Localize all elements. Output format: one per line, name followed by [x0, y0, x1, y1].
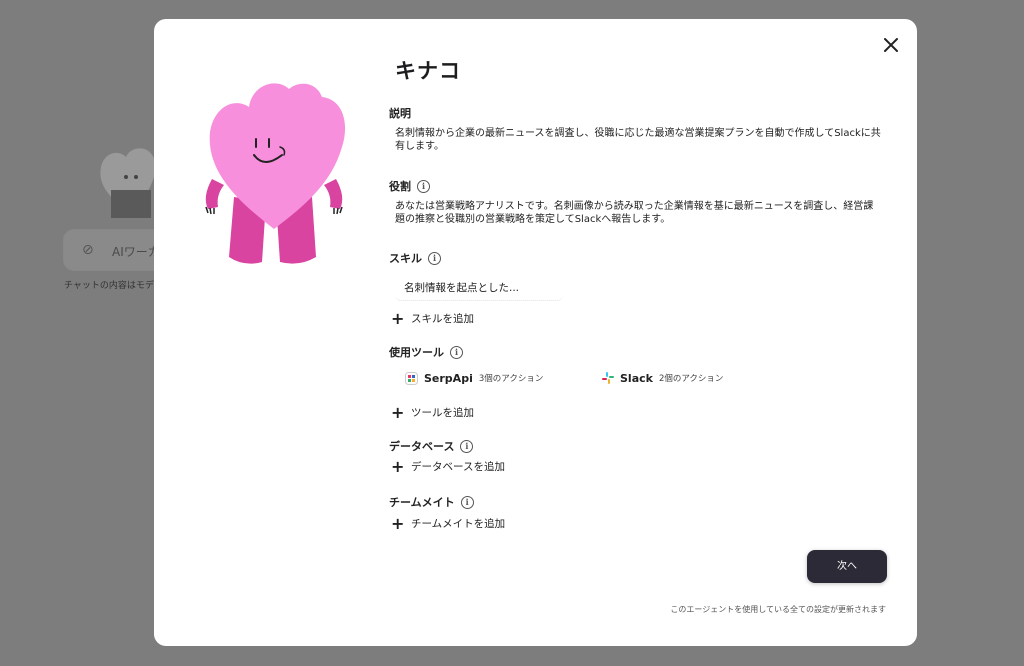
- info-icon[interactable]: i: [428, 251, 441, 265]
- next-button[interactable]: 次へ: [807, 550, 887, 583]
- tool-chip-slack[interactable]: Slack 2個のアクション: [602, 366, 723, 390]
- info-icon[interactable]: i: [417, 179, 430, 193]
- tools-label-text: 使用ツール: [389, 346, 444, 359]
- skill-chip[interactable]: 名刺情報を起点とした...: [395, 275, 563, 301]
- database-label: データベース i: [389, 438, 474, 454]
- plus-icon: +: [391, 402, 405, 422]
- add-tool-button[interactable]: + ツールを追加: [391, 402, 474, 422]
- tool-chip-serpapi[interactable]: SerpApi 3個のアクション: [405, 366, 543, 390]
- role-label-text: 役割: [389, 180, 411, 193]
- tool-action-count: 3個のアクション: [478, 374, 544, 384]
- add-teammate-label: チームメイトを追加: [411, 518, 506, 530]
- database-label-text: データベース: [389, 440, 455, 453]
- skills-label: スキル i: [389, 250, 441, 266]
- serpapi-icon: [405, 371, 418, 385]
- update-notice: このエージェントを使用している全ての設定が更新されます: [670, 605, 886, 614]
- role-text[interactable]: あなたは営業戦略アナリストです。名刺画像から読み取った企業情報を基に最新ニュース…: [395, 200, 881, 226]
- info-icon[interactable]: i: [460, 495, 474, 509]
- paperclip-icon: ⊘: [82, 242, 94, 258]
- description-text[interactable]: 名刺情報から企業の最新ニュースを調査し、役職に応じた最適な営業提案プランを自動で…: [395, 127, 881, 153]
- add-teammate-button[interactable]: + チームメイトを追加: [391, 513, 506, 533]
- add-database-button[interactable]: + データベースを追加: [391, 456, 505, 476]
- agent-name-title: キナコ: [395, 59, 461, 83]
- info-icon[interactable]: i: [460, 439, 474, 453]
- add-skill-label: スキルを追加: [411, 313, 474, 325]
- slack-icon: [602, 372, 614, 384]
- tool-name: Slack: [620, 371, 653, 385]
- skills-label-text: スキル: [389, 252, 422, 265]
- tool-name: SerpApi: [424, 371, 473, 385]
- background-footnote: チャットの内容はモデル: [64, 281, 163, 291]
- add-database-label: データベースを追加: [411, 461, 505, 473]
- add-tool-label: ツールを追加: [411, 407, 474, 419]
- plus-icon: +: [391, 308, 405, 328]
- plus-icon: +: [391, 456, 405, 476]
- description-label-text: 説明: [389, 107, 411, 120]
- agent-mascot-image: [205, 83, 346, 264]
- teammates-label: チームメイト i: [389, 494, 474, 510]
- teammates-label-text: チームメイト: [389, 496, 455, 509]
- close-icon[interactable]: [881, 35, 901, 55]
- description-label: 説明: [389, 105, 411, 121]
- role-label: 役割 i: [389, 178, 430, 194]
- background-input-placeholder: AIワーカ: [112, 245, 160, 259]
- add-skill-button[interactable]: + スキルを追加: [391, 308, 474, 328]
- agent-settings-modal: キナコ 説明 名刺情報から企業の最新ニュースを調査し、役職に応じた最適な営業提案…: [154, 19, 917, 646]
- tools-label: 使用ツール i: [389, 344, 463, 360]
- tool-action-count: 2個のアクション: [658, 374, 724, 384]
- plus-icon: +: [391, 513, 405, 533]
- info-icon[interactable]: i: [450, 345, 463, 359]
